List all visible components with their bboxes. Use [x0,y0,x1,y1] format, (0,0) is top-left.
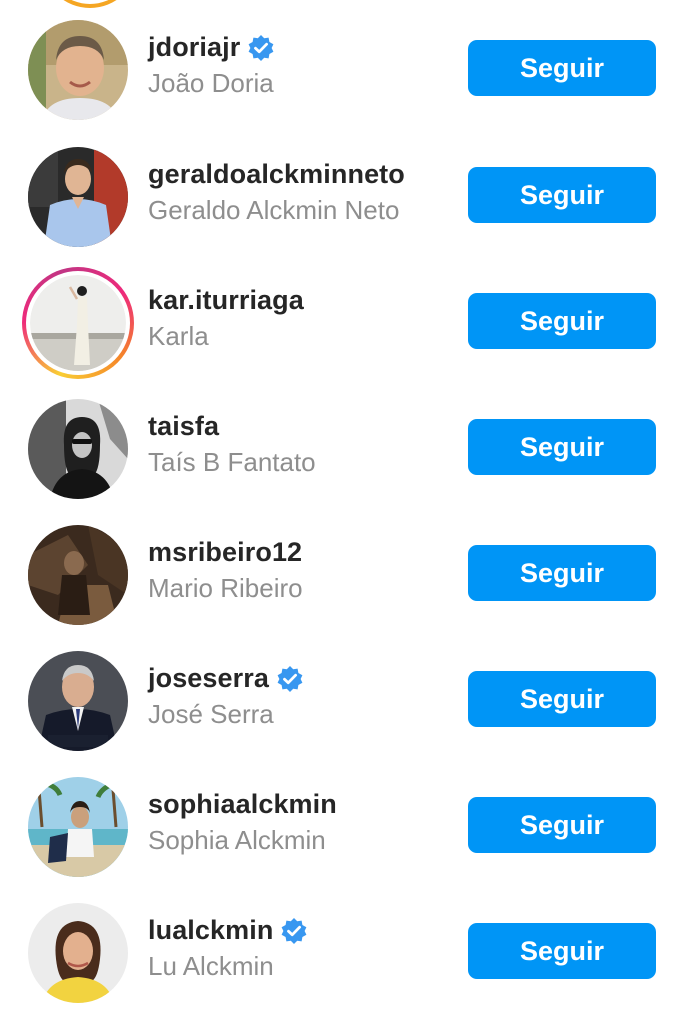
full-name: Sophia Alckmin [148,825,326,855]
avatar[interactable] [28,147,128,247]
avatar[interactable] [28,903,128,1003]
username[interactable]: lualckmin [148,915,273,946]
username[interactable]: jdoriajr [148,32,240,63]
full-name: Lu Alckmin [148,951,274,981]
follow-suggestions-list: jdoriajr João Doria Seguir geraldoalckmi… [0,0,684,1024]
verified-badge-icon [276,665,304,693]
username[interactable]: kar.iturriaga [148,285,304,316]
avatar[interactable] [26,271,130,375]
full-name: Geraldo Alckmin Neto [148,195,400,225]
full-name: José Serra [148,699,274,729]
avatar[interactable] [28,651,128,751]
story-ring[interactable] [22,267,134,379]
list-item: jdoriajr João Doria Seguir [0,15,684,141]
avatar[interactable] [28,399,128,499]
follow-button[interactable]: Seguir [468,923,656,979]
follow-button[interactable]: Seguir [468,293,656,349]
follow-button[interactable]: Seguir [468,671,656,727]
list-item: lualckmin Lu Alckmin Seguir [0,898,684,1024]
username[interactable]: geraldoalckminneto [148,159,405,190]
previous-row-fragment [0,0,684,12]
avatar[interactable] [28,777,128,877]
list-item: sophiaalckmin Sophia Alckmin Seguir [0,772,684,898]
list-item: msribeiro12 Mario Ribeiro Seguir [0,520,684,646]
username[interactable]: msribeiro12 [148,537,302,568]
verified-badge-icon [247,34,275,62]
full-name: Mario Ribeiro [148,573,303,603]
username[interactable]: joseserra [148,663,269,694]
follow-button[interactable]: Seguir [468,545,656,601]
full-name: Karla [148,321,209,351]
username[interactable]: sophiaalckmin [148,789,337,820]
username[interactable]: taisfa [148,411,219,442]
list-item: taisfa Taís B Fantato Seguir [0,394,684,520]
verified-badge-icon [280,917,308,945]
follow-button[interactable]: Seguir [468,419,656,475]
avatar[interactable] [28,20,128,120]
full-name: Taís B Fantato [148,447,316,477]
story-ring-fragment [42,0,138,8]
avatar[interactable] [28,525,128,625]
follow-button[interactable]: Seguir [468,40,656,96]
full-name: João Doria [148,68,274,98]
follow-button[interactable]: Seguir [468,167,656,223]
list-item: kar.iturriaga Karla Seguir [0,267,684,394]
follow-button[interactable]: Seguir [468,797,656,853]
list-item: joseserra José Serra Seguir [0,646,684,772]
list-item: geraldoalckminneto Geraldo Alckmin Neto … [0,142,684,268]
